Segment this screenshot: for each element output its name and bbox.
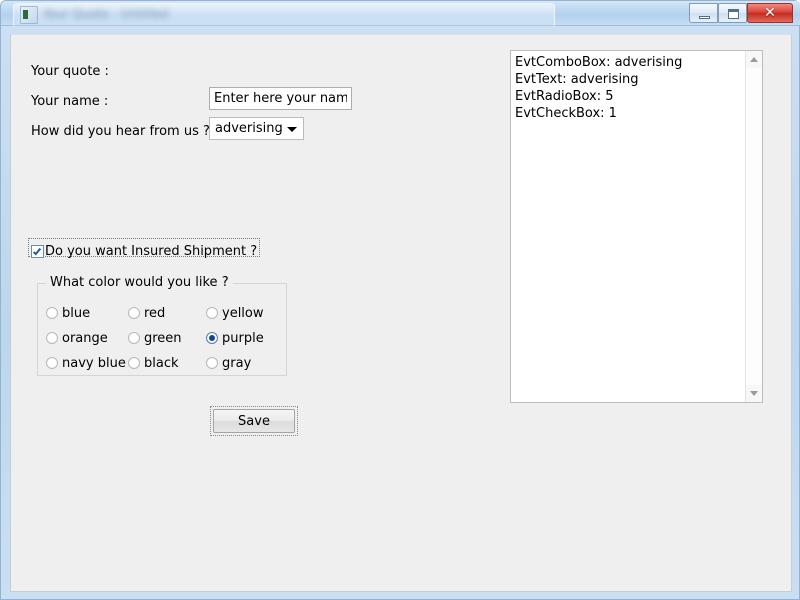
radio-icon-selected: [206, 332, 218, 344]
color-group-box: What color would you like ? blue red yel…: [37, 275, 287, 376]
scroll-down-arrow-icon[interactable]: [746, 385, 762, 402]
color-group-legend: What color would you like ?: [46, 275, 233, 290]
radio-black[interactable]: black: [128, 356, 179, 371]
log-line: EvtCheckBox: 1: [515, 106, 617, 121]
app-icon[interactable]: [20, 6, 38, 24]
radio-label: gray: [222, 356, 252, 371]
client-area: Your quote : Your name : How did you hea…: [10, 34, 792, 592]
log-scrollbar[interactable]: [745, 51, 762, 402]
checkbox-label: Do you want Insured Shipment ?: [45, 244, 258, 259]
maximize-button[interactable]: [718, 3, 747, 23]
radio-icon: [128, 332, 140, 344]
title-bar[interactable]: Your Quote - Untitled ✕: [1, 1, 800, 26]
radio-icon: [128, 357, 140, 369]
radio-blue[interactable]: blue: [46, 306, 90, 321]
scroll-up-arrow-icon[interactable]: [746, 51, 762, 68]
radio-label: green: [144, 331, 182, 346]
radio-label: orange: [62, 331, 108, 346]
checkmark-icon: [31, 245, 44, 258]
minimize-button[interactable]: [689, 3, 718, 23]
log-line: EvtRadioBox: 5: [515, 89, 614, 104]
radio-yellow[interactable]: yellow: [206, 306, 264, 321]
radio-icon: [206, 307, 218, 319]
log-line: EvtComboBox: adverising: [515, 55, 683, 70]
radio-label: red: [144, 306, 166, 321]
combobox-selected-value: adverising: [215, 121, 283, 136]
radio-orange[interactable]: orange: [46, 331, 108, 346]
radio-label: black: [144, 356, 179, 371]
radio-label: blue: [62, 306, 91, 321]
hear-combobox[interactable]: adverising: [209, 117, 304, 140]
save-button-focus-ring: Save: [210, 406, 298, 436]
chevron-down-icon: [287, 127, 297, 132]
radio-purple[interactable]: purple: [206, 331, 264, 346]
close-button[interactable]: ✕: [747, 3, 793, 23]
radio-label: navy blue: [62, 356, 126, 371]
insured-shipment-checkbox[interactable]: Do you want Insured Shipment ?: [28, 238, 261, 259]
save-button[interactable]: Save: [213, 409, 295, 433]
hear-label: How did you hear from us ?: [31, 124, 210, 139]
radio-label: yellow: [222, 306, 264, 321]
name-input[interactable]: [209, 87, 352, 110]
event-log-box[interactable]: EvtComboBox: adverising EvtText: adveris…: [510, 50, 763, 403]
radio-red[interactable]: red: [128, 306, 165, 321]
radio-navy-blue[interactable]: navy blue: [46, 356, 126, 371]
quote-label: Your quote :: [31, 64, 109, 79]
scrollbar-track[interactable]: [746, 68, 762, 385]
radio-gray[interactable]: gray: [206, 356, 251, 371]
log-line: EvtText: adverising: [515, 72, 639, 87]
radio-icon: [46, 332, 58, 344]
radio-icon: [128, 307, 140, 319]
event-log-lines: EvtComboBox: adverising EvtText: adveris…: [515, 54, 742, 122]
application-window: Your Quote - Untitled ✕ Your quote : You…: [0, 0, 800, 600]
name-label: Your name :: [31, 94, 109, 109]
radio-icon: [46, 307, 58, 319]
radio-icon: [206, 357, 218, 369]
radio-label: purple: [222, 331, 264, 346]
radio-green[interactable]: green: [128, 331, 182, 346]
window-title: Your Quote - Untitled: [43, 7, 169, 21]
radio-icon: [46, 357, 58, 369]
close-icon: ✕: [764, 5, 776, 21]
